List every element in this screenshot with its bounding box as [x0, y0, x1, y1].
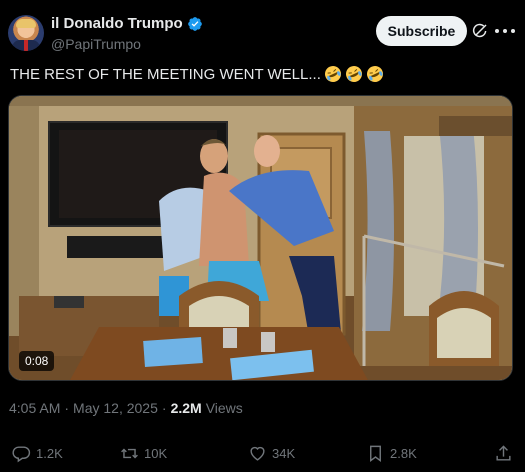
share-button[interactable]: [494, 443, 513, 463]
subscribe-button[interactable]: Subscribe: [376, 16, 467, 46]
reply-icon: [12, 445, 31, 462]
reply-button[interactable]: 1.2K: [12, 443, 92, 463]
repost-icon: [121, 448, 138, 458]
tweet-meta: 4:05 AM · May 12, 2025 · 2.2M Views: [9, 400, 243, 416]
video-player[interactable]: [8, 95, 513, 381]
video-frame: [9, 96, 512, 380]
grok-icon[interactable]: [471, 22, 489, 40]
author-display-name[interactable]: il Donaldo Trumpo: [51, 15, 203, 32]
rofl-emoji-icon: [324, 66, 341, 82]
meta-separator: ·: [161, 400, 167, 416]
views-count: 2.2M: [170, 400, 202, 416]
bookmark-icon: [370, 445, 381, 462]
avatar[interactable]: [8, 15, 44, 51]
bookmark-button[interactable]: 2.8K: [366, 443, 466, 463]
repost-count: 10K: [144, 445, 168, 461]
tweet-header: il Donaldo Trumpo @PapiTrumpo Subscribe: [8, 12, 515, 56]
tweet-time[interactable]: 4:05 AM: [9, 400, 60, 416]
bookmark-count: 2.8K: [390, 445, 417, 461]
author-info: il Donaldo Trumpo @PapiTrumpo: [51, 15, 203, 52]
display-name-text[interactable]: il Donaldo Trumpo: [51, 15, 183, 32]
verified-badge-icon[interactable]: [187, 16, 203, 32]
views-label: Views: [205, 400, 243, 416]
rofl-emoji-icon: [366, 66, 383, 82]
tweet-date[interactable]: May 12, 2025: [73, 400, 158, 416]
tweet-actions: 1.2K 10K 34K 2.8K: [12, 443, 513, 463]
more-options-icon[interactable]: [495, 22, 515, 40]
like-button[interactable]: 34K: [248, 443, 338, 463]
tweet-text: THE REST OF THE MEETING WENT WELL...: [10, 65, 384, 83]
rofl-emoji-icon: [345, 66, 362, 82]
heart-icon: [250, 446, 265, 461]
reply-count: 1.2K: [36, 445, 63, 461]
video-duration: 0:08: [19, 351, 55, 371]
repost-button[interactable]: 10K: [120, 443, 220, 463]
meta-separator: ·: [64, 400, 70, 416]
like-count: 34K: [272, 445, 296, 461]
share-icon: [496, 444, 511, 461]
author-handle[interactable]: @PapiTrumpo: [51, 36, 203, 52]
tweet-text-body: THE REST OF THE MEETING WENT WELL...: [10, 65, 321, 83]
